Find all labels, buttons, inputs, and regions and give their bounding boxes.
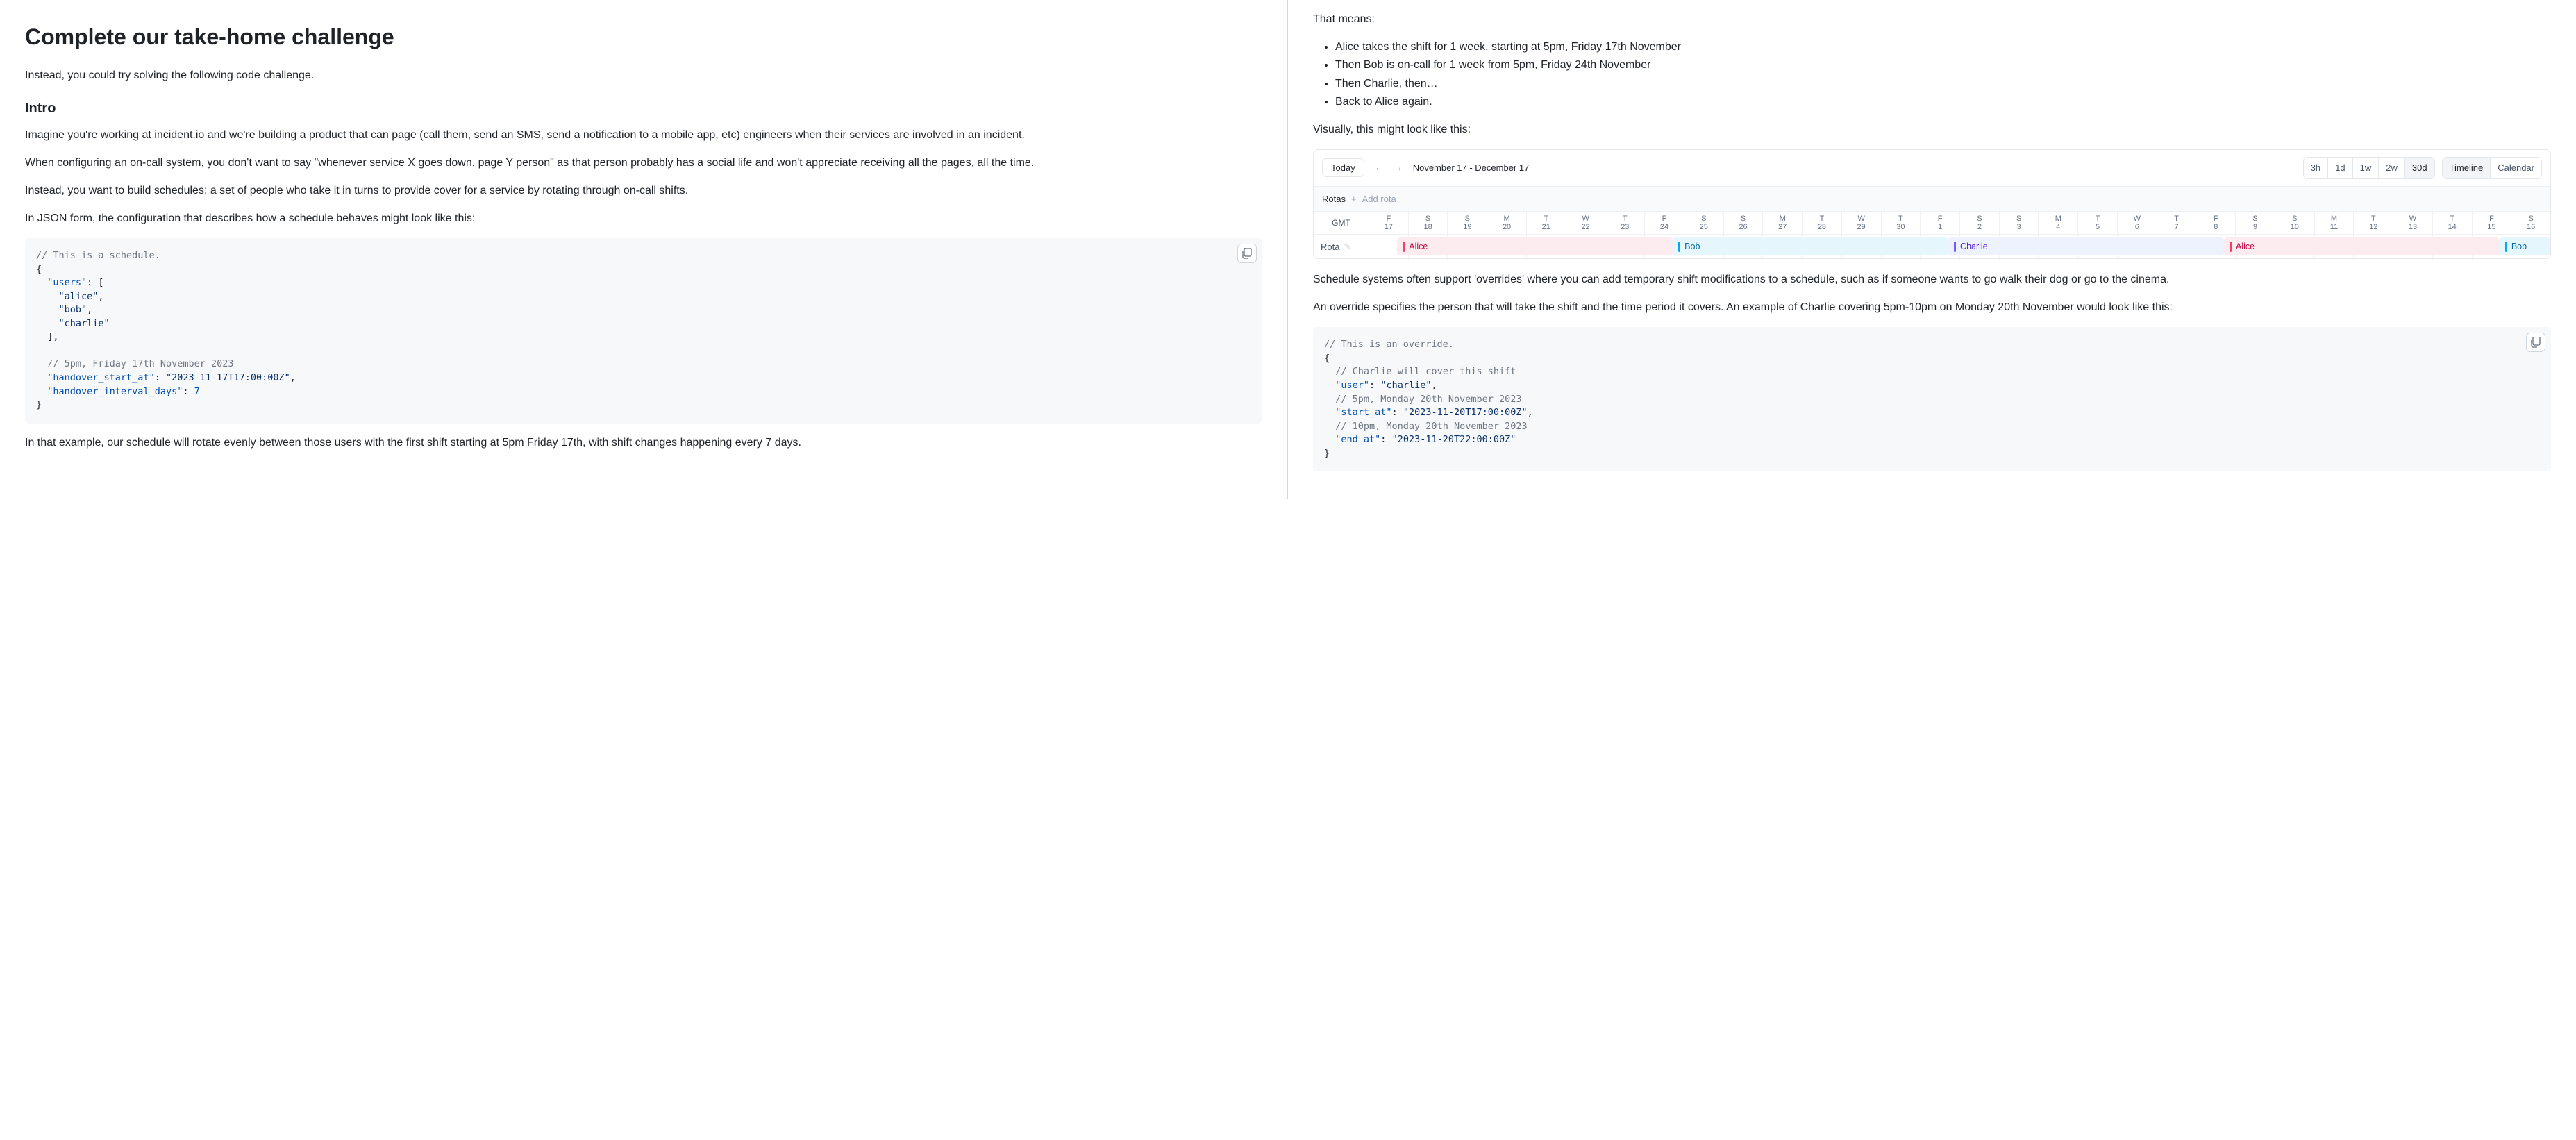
list-item: Then Bob is on-call for 1 week from 5pm,… bbox=[1335, 57, 2551, 74]
day-column: F1 bbox=[1920, 212, 1959, 234]
intro-paragraph: Instead, you could try solving the follo… bbox=[25, 67, 1262, 84]
override-code-block: // This is an override. { // Charlie wil… bbox=[1313, 327, 2551, 471]
add-rota-button[interactable]: Add rota bbox=[1362, 192, 1396, 206]
arrow-left-icon[interactable]: ← bbox=[1371, 161, 1388, 175]
override-spec-paragraph: An override specifies the person that wi… bbox=[1313, 299, 2551, 316]
rota-track: AliceBobCharlieAliceBob bbox=[1369, 235, 2550, 258]
day-column: F24 bbox=[1644, 212, 1684, 234]
day-column: T5 bbox=[2077, 212, 2117, 234]
day-column: M27 bbox=[1762, 212, 1802, 234]
two-column-layout: Complete our take-home challenge Instead… bbox=[0, 0, 2576, 499]
visually-paragraph: Visually, this might look like this: bbox=[1313, 121, 2551, 138]
day-column: T14 bbox=[2432, 212, 2472, 234]
period-1w[interactable]: 1w bbox=[2352, 158, 2379, 178]
view-segmented-control: Timeline Calendar bbox=[2442, 157, 2542, 179]
period-segmented-control: 3h 1d 1w 2w 30d bbox=[2303, 157, 2435, 179]
schedules-paragraph: Instead, you want to build schedules: a … bbox=[25, 183, 1262, 199]
day-column: W6 bbox=[2117, 212, 2157, 234]
day-column: M4 bbox=[2038, 212, 2077, 234]
schedule-code-block: // This is a schedule. { "users": [ "ali… bbox=[25, 238, 1262, 424]
pencil-icon[interactable]: ✎ bbox=[1344, 240, 1350, 253]
shift-bob[interactable]: Bob bbox=[1673, 237, 1948, 255]
day-column: S9 bbox=[2235, 212, 2275, 234]
date-range-label: November 17 - December 17 bbox=[1413, 161, 1530, 175]
calendar-nav-arrows: ← → bbox=[1371, 161, 1406, 175]
list-item: Back to Alice again. bbox=[1335, 94, 2551, 110]
that-means-paragraph: That means: bbox=[1313, 11, 2551, 28]
period-1d[interactable]: 1d bbox=[2327, 158, 2352, 178]
calendar-widget: Today ← → November 17 - December 17 3h 1… bbox=[1313, 149, 2551, 259]
day-column: F8 bbox=[2196, 212, 2235, 234]
means-list: Alice takes the shift for 1 week, starti… bbox=[1313, 39, 2551, 110]
page-title: Complete our take-home challenge bbox=[25, 20, 1262, 61]
day-column: T21 bbox=[1526, 212, 1566, 234]
day-column: S26 bbox=[1723, 212, 1763, 234]
copy-icon[interactable] bbox=[1237, 244, 1257, 263]
left-column: Complete our take-home challenge Instead… bbox=[0, 0, 1288, 499]
shift-alice[interactable]: Alice bbox=[1397, 237, 1673, 255]
list-item: Then Charlie, then… bbox=[1335, 76, 2551, 92]
calendar-toolbar: Today ← → November 17 - December 17 3h 1… bbox=[1314, 150, 2550, 186]
rotas-header: Rotas + Add rota bbox=[1314, 186, 2550, 212]
shift-bob[interactable]: Bob bbox=[2500, 237, 2550, 255]
shift-charlie[interactable]: Charlie bbox=[1948, 237, 2224, 255]
json-lead-paragraph: In JSON form, the configuration that des… bbox=[25, 210, 1262, 227]
day-column: S18 bbox=[1408, 212, 1448, 234]
day-column: M20 bbox=[1487, 212, 1526, 234]
day-column: M11 bbox=[2314, 212, 2354, 234]
code-content: // This is an override. { // Charlie wil… bbox=[1324, 338, 2540, 460]
day-column: S16 bbox=[2511, 212, 2550, 234]
code-content: // This is a schedule. { "users": [ "ali… bbox=[36, 249, 1251, 412]
overrides-paragraph: Schedule systems often support 'override… bbox=[1313, 271, 2551, 288]
day-column: T28 bbox=[1802, 212, 1841, 234]
list-item: Alice takes the shift for 1 week, starti… bbox=[1335, 39, 2551, 56]
day-column: W13 bbox=[2393, 212, 2432, 234]
rota-row-label: Rota ✎ bbox=[1314, 235, 1369, 258]
imagine-paragraph: Imagine you're working at incident.io an… bbox=[25, 127, 1262, 144]
right-column: That means: Alice takes the shift for 1 … bbox=[1288, 0, 2576, 499]
period-2w[interactable]: 2w bbox=[2378, 158, 2404, 178]
view-timeline[interactable]: Timeline bbox=[2443, 158, 2491, 178]
day-column: T30 bbox=[1881, 212, 1921, 234]
day-column: S2 bbox=[1959, 212, 1999, 234]
calendar-header-row: GMT F17S18S19M20T21W22T23F24S25S26M27T28… bbox=[1314, 212, 2550, 235]
day-column: F17 bbox=[1369, 212, 1408, 234]
day-column: T23 bbox=[1605, 212, 1644, 234]
timezone-label: GMT bbox=[1314, 212, 1369, 234]
config-paragraph: When configuring an on-call system, you … bbox=[25, 155, 1262, 171]
copy-icon[interactable] bbox=[2526, 333, 2545, 352]
rota-row: Rota ✎ AliceBobCharlieAliceBob bbox=[1314, 235, 2550, 258]
day-columns: F17S18S19M20T21W22T23F24S25S26M27T28W29T… bbox=[1369, 212, 2550, 234]
view-calendar[interactable]: Calendar bbox=[2490, 158, 2541, 178]
day-column: F15 bbox=[2472, 212, 2511, 234]
arrow-right-icon[interactable]: → bbox=[1389, 161, 1406, 175]
shift-alice[interactable]: Alice bbox=[2224, 237, 2500, 255]
period-3h[interactable]: 3h bbox=[2304, 158, 2327, 178]
today-button[interactable]: Today bbox=[1322, 158, 1364, 177]
intro-heading: Intro bbox=[25, 98, 1262, 119]
day-column: S19 bbox=[1447, 212, 1487, 234]
day-column: S10 bbox=[2275, 212, 2314, 234]
day-column: W22 bbox=[1566, 212, 1605, 234]
day-column: W29 bbox=[1841, 212, 1881, 234]
day-column: S25 bbox=[1684, 212, 1723, 234]
day-column: S3 bbox=[1999, 212, 2039, 234]
rotas-label: Rotas bbox=[1322, 192, 1346, 206]
example-end-paragraph: In that example, our schedule will rotat… bbox=[25, 435, 1262, 451]
day-column: T7 bbox=[2157, 212, 2196, 234]
period-30d[interactable]: 30d bbox=[2404, 158, 2434, 178]
plus-icon: + bbox=[1351, 192, 1357, 206]
day-column: T12 bbox=[2353, 212, 2393, 234]
